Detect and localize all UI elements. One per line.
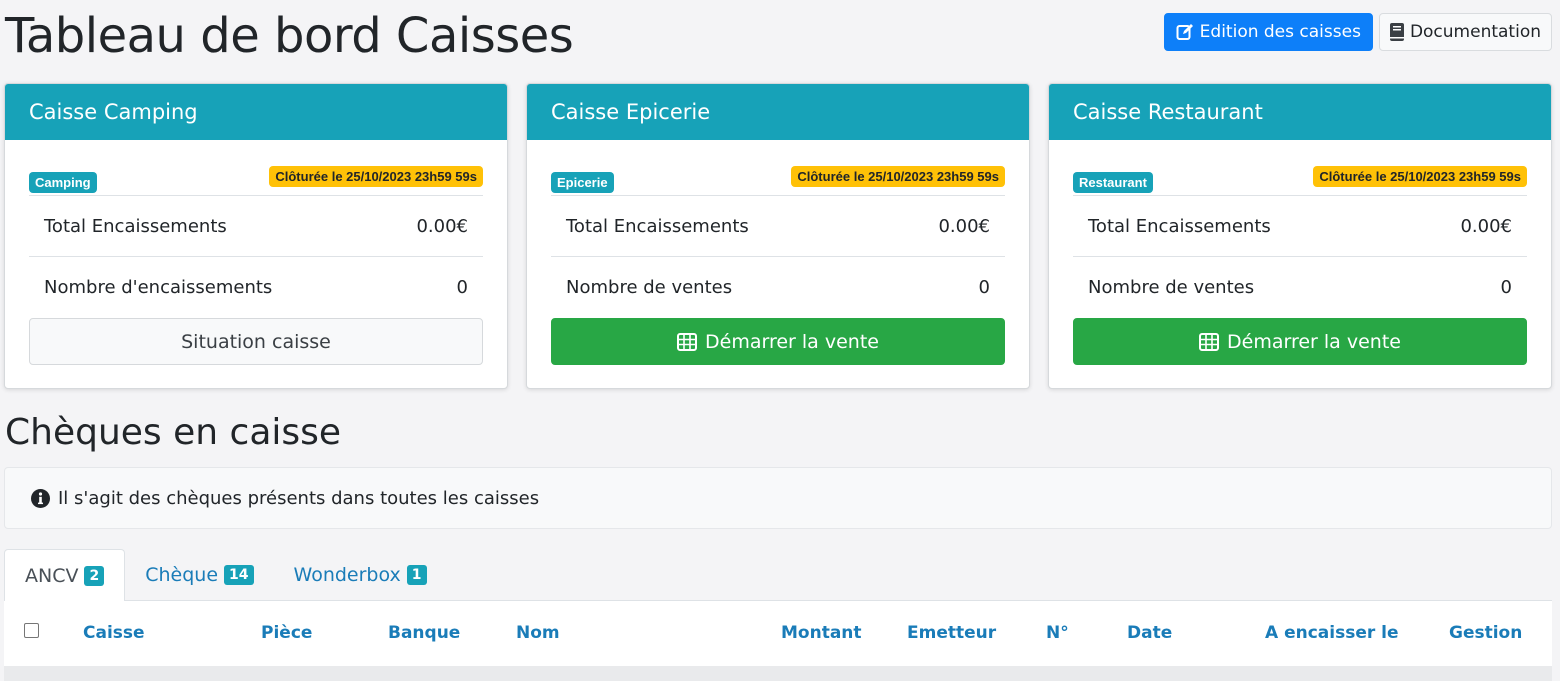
status-badge: Clôturée le 25/10/2023 23h59 59s: [1313, 166, 1527, 187]
card-header: Caisse Camping: [5, 84, 507, 140]
page-title: Tableau de bord Caisses: [5, 8, 574, 64]
column-header-gestion[interactable]: Gestion: [1449, 623, 1522, 643]
column-header-montant[interactable]: Montant: [781, 623, 862, 643]
register-tag-badge: Camping: [29, 172, 97, 193]
register-tag-badge: Epicerie: [551, 172, 614, 193]
table-row: [4, 666, 1552, 681]
edit-registers-label: Edition des caisses: [1199, 22, 1361, 42]
register-tag-badge: Restaurant: [1073, 172, 1153, 193]
start-sale-button[interactable]: Démarrer la vente: [1073, 318, 1527, 365]
info-alert: Il s'agit des chèques présents dans tout…: [4, 467, 1552, 529]
stat-value: 0: [978, 277, 990, 298]
column-header-nom[interactable]: Nom: [516, 623, 560, 643]
info-text: Il s'agit des chèques présents dans tout…: [58, 487, 540, 509]
card-header: Caisse Restaurant: [1049, 84, 1551, 140]
stat-value: 0: [1500, 277, 1512, 298]
start-sale-button[interactable]: Démarrer la vente: [551, 318, 1005, 365]
documentation-button[interactable]: Documentation: [1378, 13, 1552, 51]
documentation-label: Documentation: [1409, 22, 1541, 42]
stat-label: Nombre d'encaissements: [44, 277, 273, 298]
button-label: Démarrer la vente: [705, 330, 879, 353]
column-header-caisse[interactable]: Caisse: [83, 623, 145, 643]
stat-total: Total Encaissements 0.00€: [551, 196, 1005, 257]
tab-label: ANCV: [25, 564, 79, 587]
register-situation-button[interactable]: Situation caisse: [29, 318, 483, 365]
edit-icon: [1176, 23, 1194, 41]
count-badge: 2: [84, 565, 105, 586]
tab-label: Chèque: [145, 564, 219, 586]
column-header-emetteur[interactable]: Emetteur: [907, 623, 996, 643]
cheques-table: Caisse Pièce Banque Nom Montant Emetteur…: [4, 601, 1552, 681]
count-badge: 1: [406, 565, 427, 585]
info-circle-icon: [31, 488, 50, 508]
column-header-numero[interactable]: N°: [1046, 623, 1069, 643]
column-header-date[interactable]: Date: [1127, 623, 1172, 643]
tab-wonderbox[interactable]: Wonderbox 1: [274, 549, 447, 601]
tab-label: Wonderbox: [293, 564, 401, 586]
table-grid-icon: [1199, 332, 1220, 351]
status-badge: Clôturée le 25/10/2023 23h59 59s: [269, 166, 483, 187]
cheque-type-tabs: ANCV 2 Chèque 14 Wonderbox 1: [4, 549, 1552, 602]
stat-value: 0.00€: [416, 215, 468, 237]
button-label: Démarrer la vente: [1227, 330, 1401, 353]
column-header-a-encaisser[interactable]: A encaisser le: [1265, 623, 1399, 643]
stat-value: 0.00€: [1460, 215, 1512, 237]
stat-total: Total Encaissements 0.00€: [1073, 196, 1527, 257]
table-header: Caisse Pièce Banque Nom Montant Emetteur…: [4, 601, 1552, 666]
tab-cheque[interactable]: Chèque 14: [125, 549, 273, 601]
stat-count: Nombre d'encaissements 0: [29, 257, 483, 318]
stat-label: Total Encaissements: [1088, 215, 1271, 237]
tab-ancv[interactable]: ANCV 2: [4, 549, 126, 602]
register-cards: Caisse Camping Camping Clôturée le 25/10…: [4, 83, 1554, 389]
stat-label: Total Encaissements: [566, 215, 749, 237]
stat-count: Nombre de ventes 0: [1073, 257, 1527, 318]
stat-value: 0.00€: [938, 215, 990, 237]
column-header-banque[interactable]: Banque: [388, 623, 460, 643]
card-epicerie: Caisse Epicerie Epicerie Clôturée le 25/…: [526, 83, 1030, 389]
button-label: Situation caisse: [181, 330, 331, 353]
card-header: Caisse Epicerie: [527, 84, 1029, 140]
book-icon: [1389, 23, 1404, 41]
stat-label: Total Encaissements: [44, 215, 227, 237]
edit-registers-button[interactable]: Edition des caisses: [1163, 13, 1373, 51]
count-badge: 14: [224, 565, 254, 585]
stat-total: Total Encaissements 0.00€: [29, 196, 483, 257]
cheques-section-title: Chèques en caisse: [5, 412, 342, 453]
top-toolbar: Edition des caisses Documentation: [1163, 13, 1552, 51]
card-restaurant: Caisse Restaurant Restaurant Clôturée le…: [1048, 83, 1552, 389]
select-all-checkbox[interactable]: [24, 623, 39, 638]
stat-count: Nombre de ventes 0: [551, 257, 1005, 318]
status-badge: Clôturée le 25/10/2023 23h59 59s: [791, 166, 1005, 187]
stat-label: Nombre de ventes: [566, 277, 733, 298]
table-grid-icon: [677, 332, 698, 351]
card-camping: Caisse Camping Camping Clôturée le 25/10…: [4, 83, 508, 389]
stat-label: Nombre de ventes: [1088, 277, 1255, 298]
column-header-piece[interactable]: Pièce: [261, 623, 312, 643]
stat-value: 0: [456, 277, 468, 298]
